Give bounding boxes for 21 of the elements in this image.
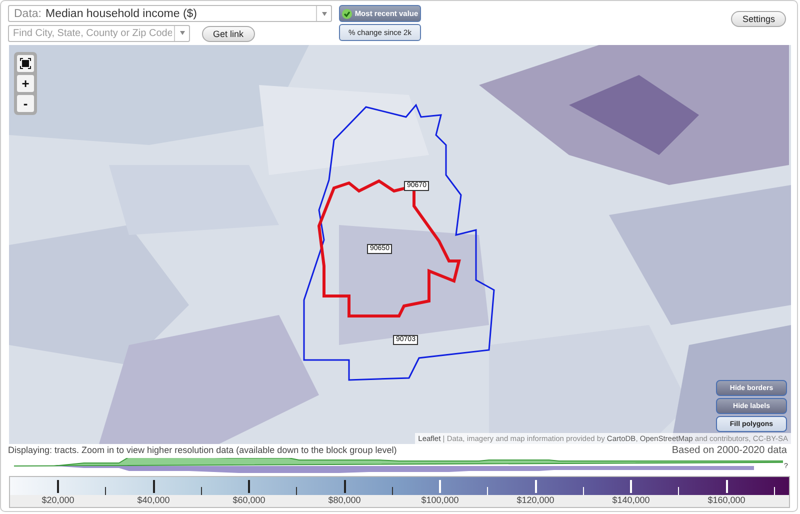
legend-label: $160,000 (708, 495, 746, 506)
settings-button[interactable]: Settings (731, 11, 786, 27)
legend-label: $40,000 (137, 495, 170, 506)
caret-icon (180, 31, 184, 35)
check-icon (342, 8, 352, 18)
data-basis-text: Based on 2000-2020 data (672, 445, 787, 456)
search-field[interactable]: Find City, State, County or Zip Code (8, 24, 190, 42)
zoom-button[interactable]: - (17, 95, 34, 112)
status-text: Displaying: tracts. Zoom in to view higher resolution data (available down to the block group level) (8, 445, 397, 456)
legend-label: $60,000 (232, 495, 266, 506)
legend-label: $20,000 (42, 495, 74, 506)
fit-extent-button[interactable] (17, 55, 34, 72)
data-dropdown[interactable]: Data: Median household income ($) (8, 5, 332, 22)
caret-icon (322, 12, 326, 16)
legend-label: $140,000 (612, 495, 650, 506)
zoom-button[interactable]: + (17, 75, 34, 92)
fullscreen-icon (20, 58, 31, 69)
legend-label: $120,000 (516, 495, 554, 506)
legend-label: $80,000 (328, 495, 361, 506)
legend-label: $100,000 (421, 495, 459, 506)
get-link-button[interactable]: Get link (202, 26, 255, 42)
